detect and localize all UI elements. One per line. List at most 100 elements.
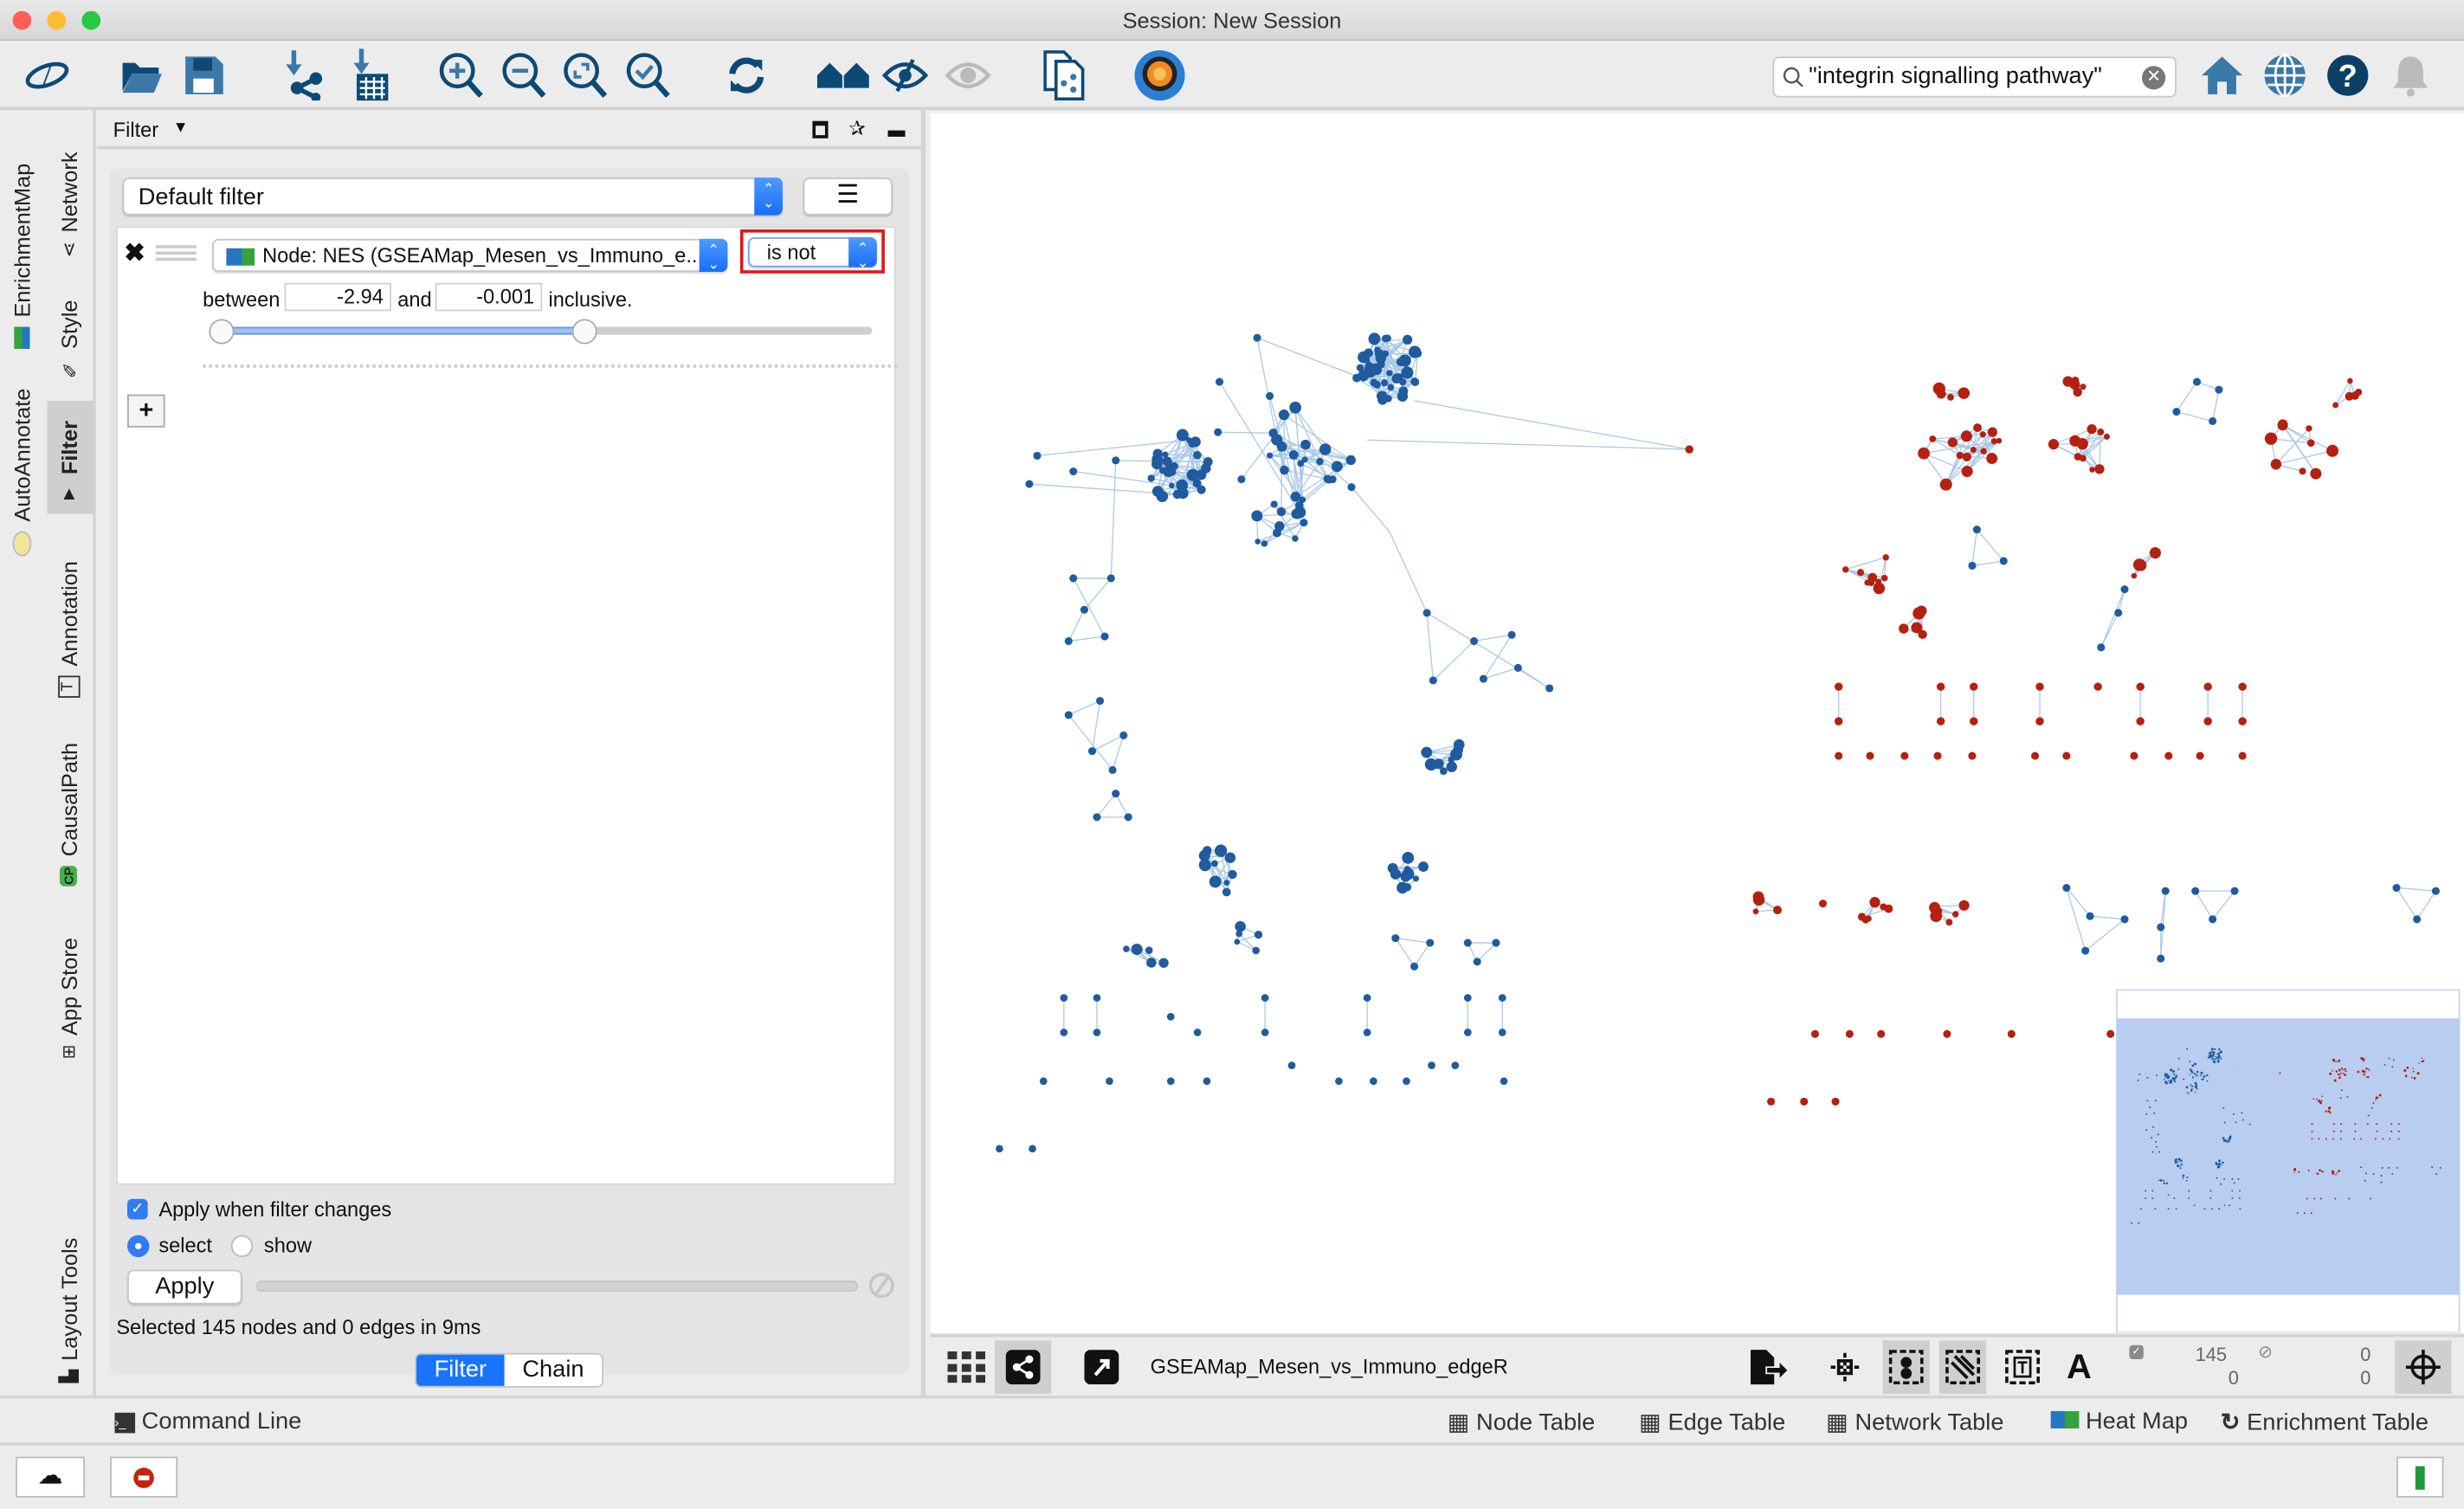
network-node[interactable] bbox=[1480, 675, 1487, 683]
network-node[interactable] bbox=[1947, 394, 1954, 401]
network-node[interactable] bbox=[1347, 483, 1355, 491]
network-edge[interactable] bbox=[1068, 715, 1113, 771]
network-node[interactable] bbox=[1093, 813, 1100, 821]
drag-handle-icon[interactable] bbox=[156, 245, 197, 261]
network-node[interactable] bbox=[2337, 1172, 2338, 1174]
network-node[interactable] bbox=[2175, 1159, 2177, 1162]
network-node[interactable] bbox=[1159, 467, 1166, 474]
network-node[interactable] bbox=[2181, 1164, 2183, 1165]
network-node[interactable] bbox=[2381, 1182, 2383, 1183]
network-node[interactable] bbox=[2326, 445, 2338, 457]
range-slider[interactable] bbox=[209, 319, 881, 344]
network-node[interactable] bbox=[1261, 540, 1268, 547]
network-node[interactable] bbox=[1279, 409, 1289, 420]
network-node[interactable] bbox=[1948, 437, 1958, 447]
network-node[interactable] bbox=[1883, 554, 1889, 560]
network-view-icon[interactable] bbox=[995, 1340, 1051, 1394]
network-node[interactable] bbox=[1421, 747, 1432, 758]
network-node[interactable] bbox=[2344, 1074, 2346, 1076]
network-node[interactable] bbox=[2178, 1058, 2180, 1060]
network-node[interactable] bbox=[2189, 1074, 2190, 1075]
network-edge[interactable] bbox=[1111, 461, 1115, 578]
network-node[interactable] bbox=[1266, 392, 1274, 400]
network-node[interactable] bbox=[2177, 1164, 2179, 1167]
network-node[interactable] bbox=[2306, 1198, 2308, 1200]
network-edge[interactable] bbox=[2067, 888, 2086, 951]
network-node[interactable] bbox=[2188, 1190, 2190, 1192]
network-node[interactable] bbox=[1988, 428, 1997, 437]
network-node[interactable] bbox=[2334, 1080, 2337, 1082]
network-node[interactable] bbox=[2398, 1138, 2400, 1139]
network-node[interactable] bbox=[2150, 547, 2161, 558]
network-node[interactable] bbox=[2191, 887, 2199, 895]
network-node[interactable] bbox=[1930, 910, 1942, 922]
network-node[interactable] bbox=[2293, 1169, 2296, 1171]
network-node[interactable] bbox=[2231, 887, 2239, 895]
tab-edge-table[interactable]: ▦ Edge Table bbox=[1639, 1408, 1785, 1436]
network-node[interactable] bbox=[1773, 906, 1782, 914]
network-edge[interactable] bbox=[1068, 609, 1084, 641]
network-node[interactable] bbox=[2368, 1068, 2370, 1070]
network-node[interactable] bbox=[1377, 360, 1384, 368]
network-node[interactable] bbox=[2180, 1159, 2183, 1162]
network-node[interactable] bbox=[2213, 1054, 2215, 1055]
column-select[interactable]: Node: NES (GSEAMap_Mesen_vs_Immuno_e... … bbox=[212, 239, 727, 272]
search-input[interactable]: "integrin signalling pathway" ✕ bbox=[1772, 56, 2176, 97]
network-node[interactable] bbox=[1254, 334, 1261, 342]
network-node[interactable] bbox=[2172, 408, 2180, 416]
network-node[interactable] bbox=[1866, 752, 1874, 760]
network-node[interactable] bbox=[1392, 373, 1403, 384]
network-node[interactable] bbox=[2191, 1071, 2193, 1073]
network-node[interactable] bbox=[2203, 717, 2211, 725]
network-node[interactable] bbox=[1289, 402, 1301, 414]
network-node[interactable] bbox=[2242, 1119, 2244, 1121]
network-edge[interactable] bbox=[2101, 590, 2125, 648]
network-node[interactable] bbox=[2080, 384, 2086, 390]
network-node[interactable] bbox=[1100, 633, 1108, 641]
network-edge[interactable] bbox=[1092, 701, 1100, 751]
network-node[interactable] bbox=[2318, 1173, 2319, 1175]
network-node[interactable] bbox=[1387, 384, 1394, 390]
network-node[interactable] bbox=[2360, 1138, 2362, 1139]
network-node[interactable] bbox=[2168, 1194, 2170, 1196]
network-node[interactable] bbox=[1423, 609, 1431, 616]
network-node[interactable] bbox=[1413, 875, 1419, 881]
network-node[interactable] bbox=[2188, 1197, 2190, 1199]
navigator-toggle-icon[interactable] bbox=[2395, 1340, 2451, 1394]
network-edge[interactable] bbox=[1474, 635, 1513, 641]
network-node[interactable] bbox=[2231, 1178, 2233, 1180]
network-edge[interactable] bbox=[1433, 642, 1474, 680]
network-node[interactable] bbox=[2354, 1131, 2356, 1132]
network-node[interactable] bbox=[2338, 1076, 2341, 1079]
network-node[interactable] bbox=[1119, 732, 1127, 739]
network-edge[interactable] bbox=[1427, 613, 1433, 680]
tab-chain-mode[interactable]: Chain bbox=[505, 1355, 602, 1386]
network-node[interactable] bbox=[1753, 894, 1764, 906]
network-node[interactable] bbox=[2156, 1074, 2158, 1076]
network-node[interactable] bbox=[2170, 1068, 2172, 1071]
cloud-button[interactable]: ☁ bbox=[16, 1457, 85, 1498]
select-edges-icon[interactable] bbox=[1939, 1340, 1986, 1394]
network-edge[interactable] bbox=[1257, 338, 1359, 377]
network-node[interactable] bbox=[2211, 1048, 2214, 1050]
network-node[interactable] bbox=[1952, 911, 1958, 917]
network-node[interactable] bbox=[1819, 900, 1827, 907]
network-canvas[interactable] bbox=[931, 113, 2464, 1333]
clear-search-icon[interactable]: ✕ bbox=[2142, 66, 2165, 89]
network-node[interactable] bbox=[1398, 386, 1408, 396]
network-node[interactable] bbox=[2195, 1092, 2196, 1093]
network-edge[interactable] bbox=[1116, 794, 1129, 817]
network-node[interactable] bbox=[2216, 1056, 2218, 1058]
network-node[interactable] bbox=[1402, 852, 1414, 864]
network-node[interactable] bbox=[1453, 745, 1463, 755]
network-node[interactable] bbox=[2167, 1074, 2169, 1076]
network-node[interactable] bbox=[2403, 1069, 2406, 1072]
network-node[interactable] bbox=[2218, 1048, 2220, 1050]
network-node[interactable] bbox=[2234, 1183, 2235, 1184]
network-node[interactable] bbox=[2173, 1074, 2175, 1075]
network-node[interactable] bbox=[2158, 1180, 2160, 1182]
network-edge[interactable] bbox=[1097, 794, 1116, 817]
network-node[interactable] bbox=[2311, 1212, 2312, 1214]
network-node[interactable] bbox=[1403, 1077, 1410, 1085]
network-node[interactable] bbox=[1428, 1061, 1435, 1069]
